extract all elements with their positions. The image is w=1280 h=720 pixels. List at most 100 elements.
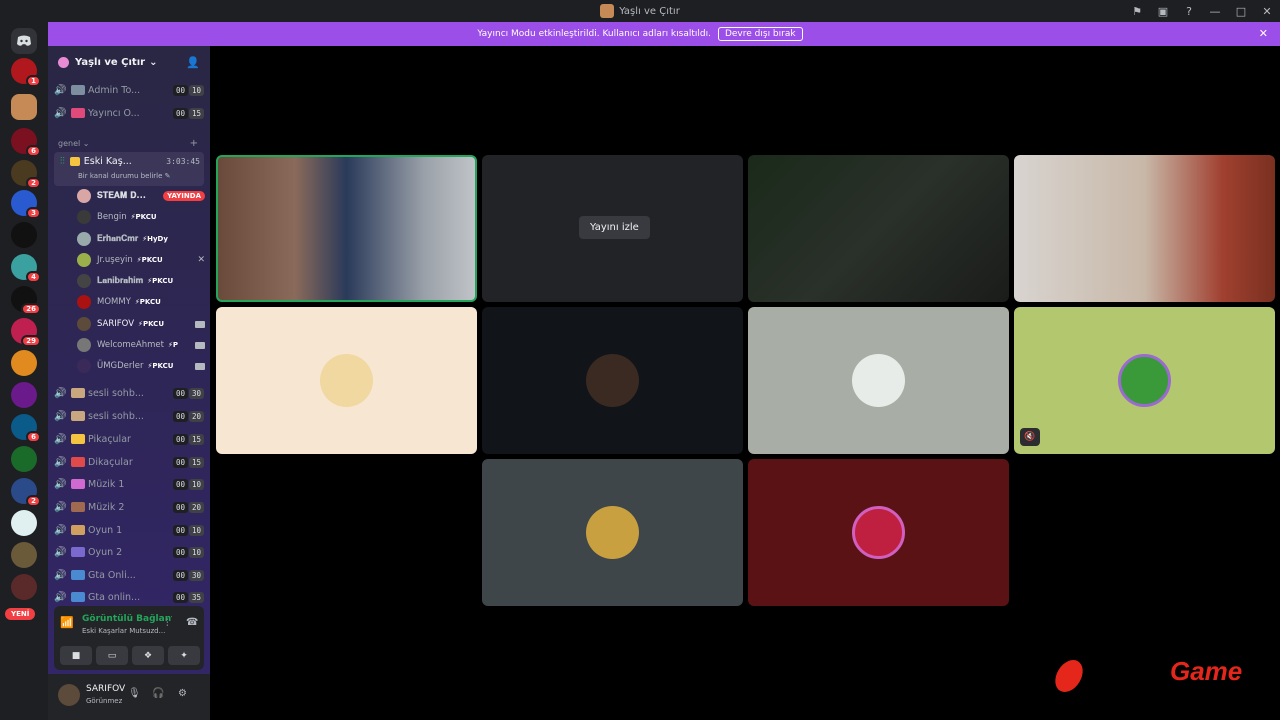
server-icon[interactable] [11, 350, 37, 376]
server-icon[interactable]: 6 [11, 128, 41, 157]
window-controls: ⚑ ▣ ? — □ ✕ [1124, 0, 1280, 22]
server-icon[interactable] [11, 574, 37, 600]
screen-share-button[interactable]: ▭ [96, 646, 128, 665]
video-tile[interactable] [1014, 155, 1275, 302]
stream-tile[interactable]: Yayını izle [482, 155, 743, 302]
participant-tile[interactable] [748, 459, 1009, 606]
server-icon [600, 4, 615, 18]
server-icon[interactable]: 26 [11, 286, 41, 315]
server-icon[interactable] [11, 446, 37, 472]
server-icon[interactable]: 2 [11, 160, 41, 189]
user-count: 00 [172, 433, 188, 445]
server-icon[interactable] [11, 510, 37, 536]
voice-user[interactable]: 𝐒𝐓𝐄𝐀𝐌 𝐃... YAYINDA [77, 186, 205, 206]
voice-channel[interactable]: 🔊 sesli sohb... 00 20 [54, 406, 204, 426]
discord-home-icon[interactable] [11, 28, 37, 54]
channel-name: Eski Kaş... [83, 156, 132, 167]
noise-suppression-icon[interactable]: ⫶ [166, 618, 169, 629]
voice-user[interactable]: SARIFOV ⚡PKCU [77, 314, 205, 334]
microphone-icon[interactable]: 🎙 [128, 688, 141, 699]
minimize-button[interactable]: — [1202, 5, 1228, 18]
channel-status[interactable]: Bir kanal durumu belirle ✎ [78, 172, 171, 180]
voice-channel[interactable]: 🔊 Yayıncı Ö... 00 15 [54, 103, 204, 123]
voice-channel[interactable]: 🔊 Müzik 2 00 20 [54, 497, 204, 517]
user-count: 00 [172, 84, 188, 96]
add-channel-icon[interactable]: + [190, 138, 198, 149]
participant-tile[interactable] [216, 307, 477, 454]
activities-button[interactable]: ❖ [132, 646, 164, 665]
active-voice-channel[interactable]: ⫶⫶ Eski Kaş... 3:03:45 Bir kanal durumu … [54, 152, 204, 186]
voice-user[interactable]: 𝐄𝐫𝐡𝐚𝐧𝐂𝐦𝐫 ⚡HyDy [77, 229, 205, 249]
soundboard-button[interactable]: ✦ [168, 646, 200, 665]
server-icon[interactable] [11, 382, 37, 408]
participant-tile[interactable]: 🔇 [1014, 307, 1275, 454]
user-name: ÜMGDerler [97, 361, 144, 371]
participant-tile[interactable] [748, 307, 1009, 454]
voice-channel[interactable]: 🔊 Gta onlin... 00 35 [54, 587, 204, 607]
close-button[interactable]: ✕ [1254, 5, 1280, 18]
server-icon[interactable]: 1 [11, 58, 41, 87]
video-tile[interactable] [748, 155, 1009, 302]
maximize-button[interactable]: □ [1228, 5, 1254, 18]
avatar [852, 354, 905, 407]
voice-user[interactable]: 𝐋𝐚𝐧𝐢𝐛𝐫𝐚𝐡𝐢𝐦 ⚡PKCU [77, 271, 205, 291]
voice-user[interactable]: ÜMGDerler ⚡PKCU [77, 356, 205, 376]
video-tile-speaking[interactable] [216, 155, 477, 302]
watch-stream-button[interactable]: Yayını izle [579, 216, 650, 239]
category-genel[interactable]: genel ⌄ + [58, 138, 198, 149]
user-count: 00 [172, 524, 188, 536]
voice-channel[interactable]: 🔊 Dikaçular 00 15 [54, 452, 204, 472]
voice-channel[interactable]: 🔊 Oyun 2 00 10 [54, 542, 204, 562]
avatar[interactable] [58, 684, 80, 706]
user-count: 00 [172, 501, 188, 513]
voice-user[interactable]: WelcomeAhmet ⚡P [77, 335, 205, 355]
voice-user[interactable]: MOMMY ⚡PKCU [77, 292, 205, 312]
participant-tile[interactable] [482, 459, 743, 606]
voice-channel[interactable]: 🔊 Gta Onli... 00 30 [54, 565, 204, 585]
voice-activity-icon: ⫶⫶ [60, 156, 65, 167]
disconnect-icon[interactable]: ☎ [186, 617, 198, 628]
voice-channel[interactable]: 🔊 Admin To... 00 10 [54, 80, 204, 100]
user-count: 00 [172, 591, 188, 603]
avatar [77, 232, 91, 246]
user-limit: 35 [188, 591, 204, 603]
server-icon[interactable] [11, 222, 37, 248]
voice-user[interactable]: Jr.uşeyin ⚡PKCU ✕ [77, 250, 205, 270]
camera-button[interactable]: ■ [60, 646, 92, 665]
user-tag: ⚡PKCU [138, 320, 165, 328]
voice-channel[interactable]: 🔊 Müzik 1 00 10 [54, 474, 204, 494]
banner-close-icon[interactable]: ✕ [1259, 27, 1268, 40]
server-icon[interactable] [11, 542, 37, 568]
settings-gear-icon[interactable]: ⚙ [178, 688, 187, 699]
server-icon-active[interactable] [11, 94, 37, 120]
server-icon[interactable]: 4 [11, 254, 41, 283]
screen-icon[interactable]: ▣ [1150, 5, 1176, 18]
server-icon[interactable]: 29 [11, 318, 41, 347]
voice-channel[interactable]: 🔊 sesli sohb... 00 30 [54, 383, 204, 403]
avatar [77, 295, 91, 309]
channel-emoji-icon [71, 85, 85, 95]
channel-emoji-icon [71, 411, 85, 421]
server-icon[interactable]: 3 [11, 190, 41, 219]
signal-icon[interactable]: 📶 [60, 616, 74, 629]
help-icon[interactable]: ? [1176, 5, 1202, 18]
new-badge[interactable]: YENİ [5, 608, 36, 620]
disable-streamer-mode-button[interactable]: Devre dışı bırak [717, 27, 803, 41]
voice-user[interactable]: Bengin ⚡PKCU [77, 207, 205, 227]
server-header[interactable]: Yaşlı ve Çıtır ⌄ 👤 [48, 46, 210, 78]
user-limit: 20 [188, 501, 204, 513]
headphones-icon[interactable]: 🎧 [152, 688, 164, 699]
channel-name: Oyun 1 [88, 524, 123, 536]
voice-status-title[interactable]: Görüntülü Bağlantı Kur [82, 614, 172, 624]
inbox-flag-icon[interactable]: ⚑ [1124, 5, 1150, 18]
voice-channel[interactable]: 🔊 Pikaçular 00 15 [54, 429, 204, 449]
voice-channel[interactable]: 🔊 Oyun 1 00 10 [54, 520, 204, 540]
channel-name: sesli sohb... [88, 410, 144, 422]
participant-tile[interactable] [482, 307, 743, 454]
server-icon[interactable]: 2 [11, 478, 41, 507]
channel-emoji-icon [71, 434, 85, 444]
server-icon[interactable]: 6 [11, 414, 41, 443]
user-name: 𝐋𝐚𝐧𝐢𝐛𝐫𝐚𝐡𝐢𝐦 [97, 276, 144, 286]
invite-icon[interactable]: 👤 [186, 56, 200, 69]
user-name[interactable]: SARIFOV [86, 684, 125, 694]
